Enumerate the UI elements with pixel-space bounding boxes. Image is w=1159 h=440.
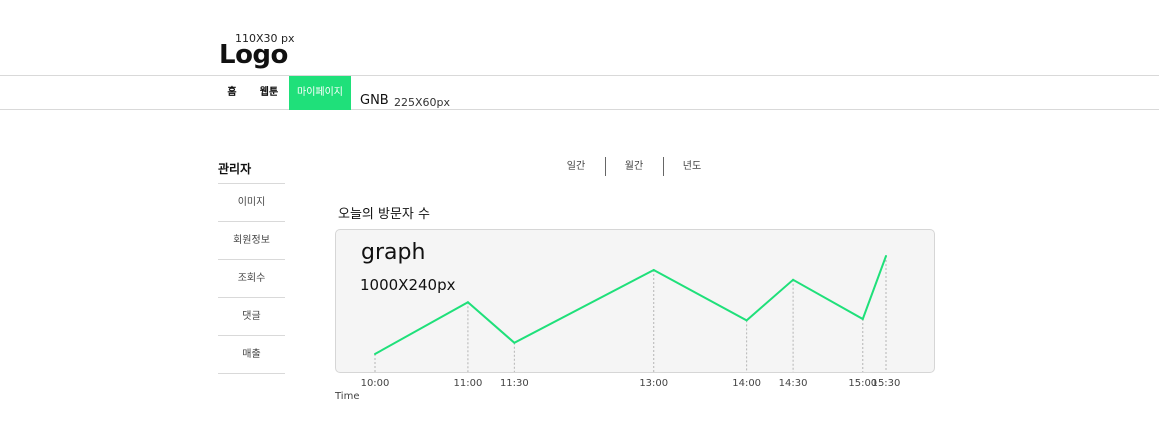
sidebar-item-sales[interactable]: 매출 — [218, 336, 285, 374]
sidebar-item-views[interactable]: 조회수 — [218, 260, 285, 298]
tab-daily[interactable]: 일간 — [556, 157, 596, 176]
gnb-item-home[interactable]: 홈 — [220, 76, 244, 110]
global-navigation-bar: 홈 웹툰 마이페이지 GNB 225X60px — [0, 76, 1159, 110]
gnb-size-label: GNB — [360, 93, 389, 108]
x-tick-label-7: 15:30 — [872, 378, 901, 389]
sidebar-item-image[interactable]: 이미지 — [218, 184, 285, 222]
gnb-size-note: 225X60px — [394, 96, 451, 109]
logo[interactable]: Logo — [219, 40, 288, 70]
chart-title: 오늘의 방문자 수 — [338, 207, 430, 222]
x-axis-label: Time — [334, 391, 359, 402]
tab-divider — [663, 157, 664, 176]
graph-placeholder-size: 1000X240px — [360, 276, 456, 294]
x-tick-label-4: 14:00 — [732, 378, 761, 389]
x-tick-label-5: 14:30 — [779, 378, 808, 389]
gnb-item-mypage[interactable]: 마이페이지 — [289, 76, 351, 110]
graph-placeholder-title: graph — [361, 240, 426, 265]
tab-divider — [605, 157, 606, 176]
header: 110X30 px Logo — [0, 0, 1159, 76]
x-tick-label-0: 10:00 — [361, 378, 390, 389]
x-tick-label-3: 13:00 — [639, 378, 668, 389]
sidebar-title: 관리자 — [218, 162, 252, 176]
sidebar-item-comments[interactable]: 댓글 — [218, 298, 285, 336]
tab-monthly[interactable]: 월간 — [614, 157, 654, 176]
sidebar-menu: 이미지 회원정보 조회수 댓글 매출 — [218, 183, 285, 374]
x-tick-label-2: 11:30 — [500, 378, 529, 389]
tab-yearly[interactable]: 년도 — [672, 157, 712, 176]
gnb-item-webtoon[interactable]: 웹툰 — [254, 76, 284, 110]
sidebar-item-member-info[interactable]: 회원정보 — [218, 222, 285, 260]
x-tick-label-6: 15:00 — [848, 378, 877, 389]
x-tick-label-1: 11:00 — [453, 378, 482, 389]
